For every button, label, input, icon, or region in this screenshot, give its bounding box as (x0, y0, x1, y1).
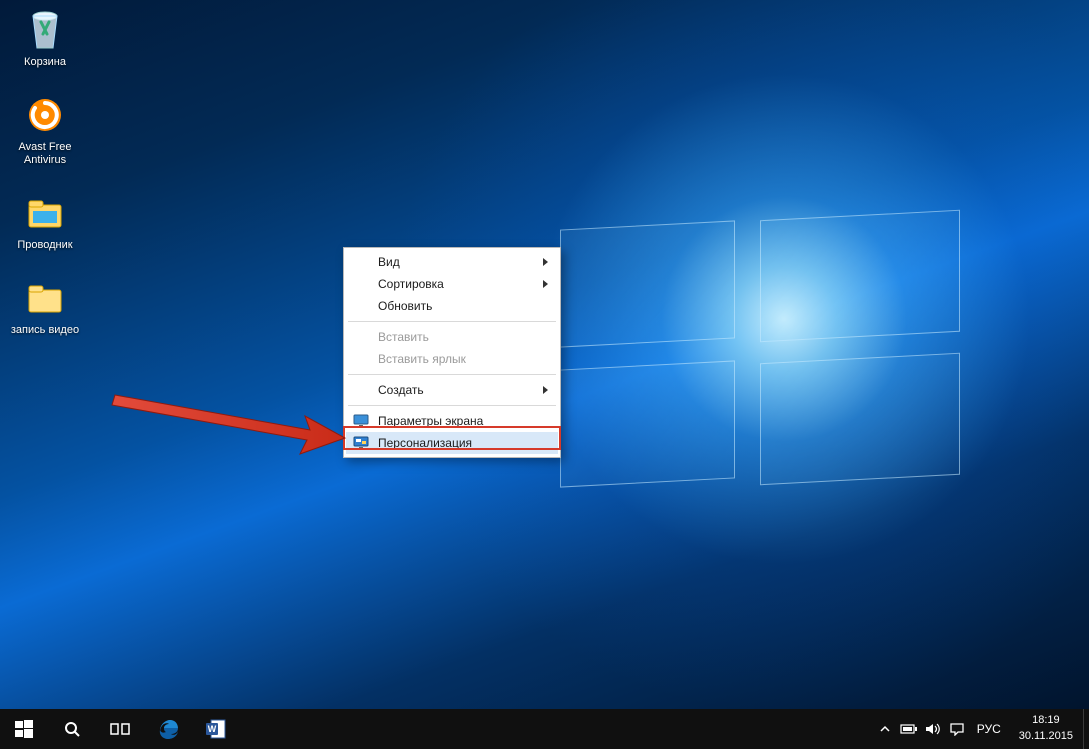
edge-icon (156, 717, 180, 741)
tray-clock[interactable]: 18:19 30.11.2015 (1009, 709, 1083, 749)
context-item-paste-shortcut: Вставить ярлык (346, 348, 558, 370)
submenu-arrow-icon (543, 280, 548, 288)
wallpaper-pane (760, 210, 960, 342)
chevron-up-icon (880, 724, 890, 734)
taskbar: W РУС (0, 709, 1089, 749)
desktop-icon-label: Проводник (17, 239, 72, 251)
desktop-context-menu: Вид Сортировка Обновить Вставить Вставит… (343, 247, 561, 458)
taskbar-app-edge[interactable] (144, 709, 192, 749)
desktop[interactable]: Корзина Avast Free Antivirus Проводн (0, 0, 1089, 709)
context-item-label: Вид (378, 255, 400, 269)
search-button[interactable] (48, 709, 96, 749)
tray-battery[interactable] (897, 709, 921, 749)
monitor-icon (353, 414, 369, 428)
recycle-bin-icon (21, 8, 69, 52)
desktop-icon-label: запись видео (11, 324, 79, 336)
context-item-label: Персонализация (378, 436, 472, 450)
wallpaper-pane (760, 353, 960, 485)
context-item-label: Вставить ярлык (378, 352, 466, 366)
desktop-icon-avast[interactable]: Avast Free Antivirus (4, 89, 86, 173)
speaker-icon (925, 722, 941, 736)
context-item-label: Сортировка (378, 277, 444, 291)
context-separator (348, 321, 556, 322)
desktop-icon-label: Корзина (24, 56, 66, 68)
clock-time: 18:19 (1019, 712, 1073, 728)
task-view-icon (110, 721, 130, 737)
battery-icon (900, 723, 918, 735)
context-separator (348, 405, 556, 406)
desktop-icon-label: Avast Free Antivirus (19, 141, 72, 166)
context-item-label: Параметры экрана (378, 414, 483, 428)
context-item-refresh[interactable]: Обновить (346, 295, 558, 317)
context-item-view[interactable]: Вид (346, 251, 558, 273)
taskbar-app-word[interactable]: W (192, 709, 240, 749)
svg-text:W: W (208, 724, 217, 734)
submenu-arrow-icon (543, 258, 548, 266)
word-icon: W (204, 717, 228, 741)
show-desktop-button[interactable] (1083, 709, 1089, 749)
start-button[interactable] (0, 709, 48, 749)
action-center-icon (949, 722, 965, 736)
tray-overflow-button[interactable] (873, 709, 897, 749)
input-language-label: РУС (977, 722, 1001, 736)
tray-volume[interactable] (921, 709, 945, 749)
context-item-personalize[interactable]: Персонализация (346, 432, 558, 454)
context-item-sort[interactable]: Сортировка (346, 273, 558, 295)
context-item-new[interactable]: Создать (346, 379, 558, 401)
wallpaper-pane (560, 360, 735, 487)
search-icon (63, 720, 81, 738)
avast-icon (21, 93, 69, 137)
taskbar-spacer (240, 709, 873, 749)
context-item-display-settings[interactable]: Параметры экрана (346, 410, 558, 432)
file-explorer-icon (21, 191, 69, 235)
annotation-arrow (110, 380, 350, 460)
folder-icon (21, 276, 69, 320)
desktop-icon-video-folder[interactable]: запись видео (4, 272, 86, 343)
context-item-label: Обновить (378, 299, 432, 313)
personalize-icon (353, 436, 369, 450)
tray-action-center[interactable] (945, 709, 969, 749)
context-item-label: Создать (378, 383, 424, 397)
desktop-icon-recycle-bin[interactable]: Корзина (4, 4, 86, 75)
wallpaper-pane (560, 220, 735, 347)
context-separator (348, 374, 556, 375)
context-item-paste: Вставить (346, 326, 558, 348)
task-view-button[interactable] (96, 709, 144, 749)
desktop-icons: Корзина Avast Free Antivirus Проводн (4, 4, 94, 357)
tray-input-language[interactable]: РУС (969, 709, 1009, 749)
windows-logo-icon (15, 720, 33, 738)
desktop-icon-explorer[interactable]: Проводник (4, 187, 86, 258)
submenu-arrow-icon (543, 386, 548, 394)
context-item-label: Вставить (378, 330, 429, 344)
clock-date: 30.11.2015 (1019, 728, 1073, 744)
